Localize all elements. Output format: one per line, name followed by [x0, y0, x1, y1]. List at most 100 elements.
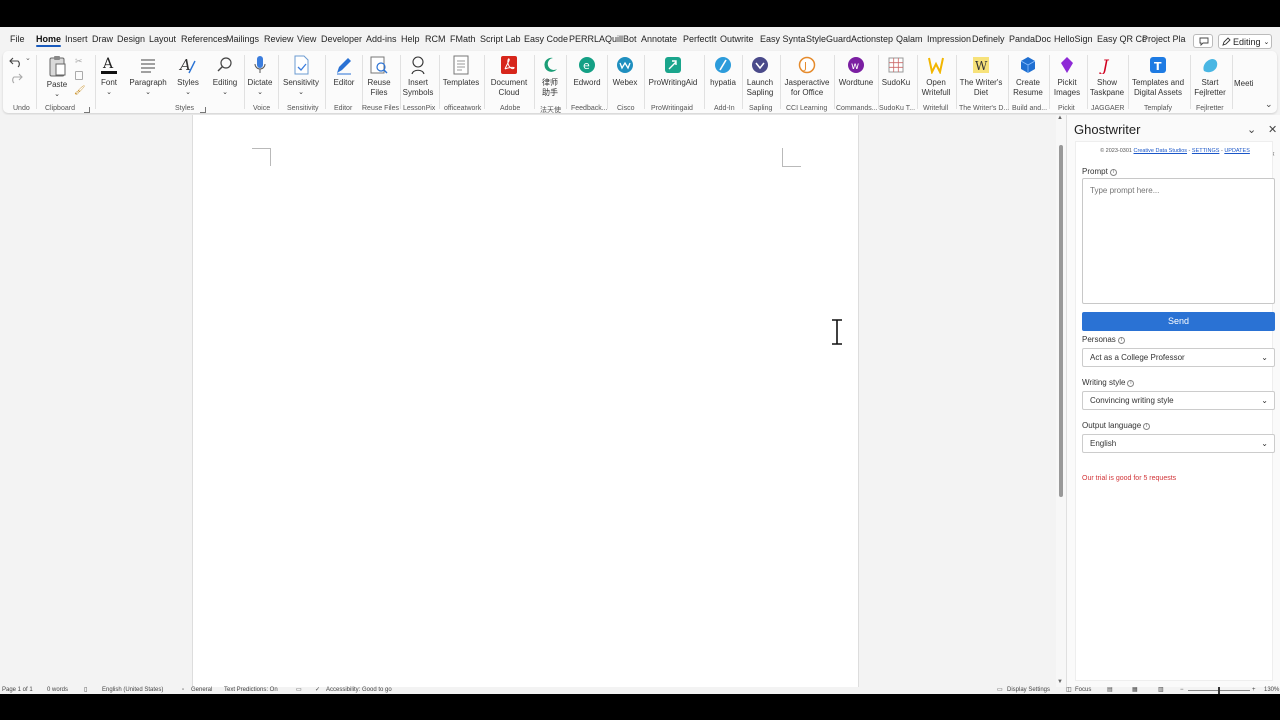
templates-digital-assets-button[interactable]: T Templates and Digital Assets: [1130, 55, 1186, 98]
sensitivity-button[interactable]: Sensitivity ⌄: [282, 55, 320, 98]
tab-styleguard[interactable]: StyleGuard: [806, 34, 851, 44]
info-icon[interactable]: i: [1117, 337, 1125, 344]
tab-annotate[interactable]: Annotate: [641, 34, 677, 44]
tab-rcm[interactable]: RCM: [425, 34, 446, 44]
sudoku-button[interactable]: SudoKu: [880, 55, 912, 88]
reuse-files-button[interactable]: Reuse Files: [364, 55, 394, 98]
pane-options-chevron-icon[interactable]: ⌄: [1247, 123, 1256, 136]
accessibility-status[interactable]: Accessibility: Good to go: [326, 687, 392, 694]
company-link[interactable]: Creative Data Studios: [1134, 148, 1188, 154]
tab-add-ins[interactable]: Add-ins: [366, 34, 397, 44]
tab-pandadoc[interactable]: PandaDoc: [1009, 34, 1051, 44]
create-resume-button[interactable]: Create Resume: [1010, 55, 1046, 98]
tab-help[interactable]: Help: [401, 34, 420, 44]
output-language-select[interactable]: English ⌄: [1082, 434, 1275, 453]
scroll-up-icon[interactable]: ▲: [1057, 115, 1063, 121]
scrollbar-thumb[interactable]: [1059, 145, 1063, 497]
hypatia-button[interactable]: hypatia: [708, 55, 738, 88]
word-count[interactable]: 0 words: [47, 687, 68, 694]
zoom-slider[interactable]: [1188, 687, 1250, 694]
webex-button[interactable]: Webex: [610, 55, 640, 88]
tab-quillbot[interactable]: QuillBot: [605, 34, 637, 44]
display-settings[interactable]: Display Settings: [1007, 687, 1050, 694]
lawyer-assistant-button[interactable]: 律师 助手: [538, 55, 562, 98]
launch-sapling-button[interactable]: Launch Sapling: [744, 55, 776, 98]
tab-outwrite[interactable]: Outwrite: [720, 34, 754, 44]
zoom-level[interactable]: 130%: [1264, 687, 1279, 694]
zoom-slider-thumb[interactable]: [1218, 687, 1220, 694]
tab-insert[interactable]: Insert: [65, 34, 88, 44]
format-painter-icon[interactable]: 🖌: [74, 85, 85, 96]
comments-button[interactable]: [1193, 34, 1213, 48]
tab-draw[interactable]: Draw: [92, 34, 113, 44]
show-taskpane-button[interactable]: J Show Taskpane: [1089, 55, 1125, 98]
tab-hellosign[interactable]: HelloSign: [1054, 34, 1093, 44]
tab-easy-syntax[interactable]: Easy Synta: [760, 34, 806, 44]
tab-easy-code[interactable]: Easy Code: [524, 34, 568, 44]
pane-scrollbar[interactable]: ▲ ▼: [1056, 115, 1066, 687]
prowritingaid-button[interactable]: ProWritingAid: [646, 55, 700, 88]
web-layout-icon[interactable]: ▥: [1158, 687, 1164, 694]
edword-button[interactable]: e Edword: [570, 55, 604, 88]
close-icon[interactable]: ✕: [1268, 123, 1277, 136]
sensitivity-status[interactable]: General: [191, 687, 212, 694]
tab-perrla[interactable]: PERRLA: [569, 34, 605, 44]
copy-icon[interactable]: [75, 71, 83, 80]
styles-button[interactable]: A Styles ⌄: [175, 55, 201, 98]
jasperactive-button[interactable]: J Jasperactive for Office: [782, 55, 832, 98]
editor-button[interactable]: Editor: [330, 55, 358, 88]
tab-impression[interactable]: Impression: [927, 34, 971, 44]
scroll-down-icon[interactable]: ▼: [1057, 679, 1063, 685]
styles-dialog-launcher[interactable]: [200, 107, 206, 113]
redo-button[interactable]: [9, 71, 23, 89]
tab-references[interactable]: References: [181, 34, 227, 44]
tab-definely[interactable]: Definely: [972, 34, 1005, 44]
focus-mode[interactable]: Focus: [1075, 687, 1091, 694]
clipboard-dialog-launcher[interactable]: [84, 107, 90, 113]
tab-perfectit[interactable]: PerfectIt: [683, 34, 717, 44]
prompt-input[interactable]: [1082, 178, 1275, 304]
tab-developer[interactable]: Developer: [321, 34, 362, 44]
ribbon-collapse-icon[interactable]: ⌄: [1265, 99, 1273, 110]
document-page[interactable]: [192, 115, 859, 687]
tab-file[interactable]: File: [10, 34, 25, 44]
wordtune-button[interactable]: w Wordtune: [836, 55, 876, 88]
tab-easy-qr[interactable]: Easy QR Cc: [1097, 34, 1147, 44]
settings-link[interactable]: SETTINGS: [1192, 148, 1220, 154]
tab-actionstep[interactable]: Actionstep: [851, 34, 893, 44]
cut-icon[interactable]: ✂: [75, 56, 83, 67]
tab-layout[interactable]: Layout: [149, 34, 176, 44]
meeting-button[interactable]: Meeti: [1234, 79, 1260, 89]
updates-link[interactable]: UPDATES: [1224, 148, 1250, 154]
writing-style-select[interactable]: Convincing writing style ⌄: [1082, 391, 1275, 410]
pickit-images-button[interactable]: Pickit Images: [1051, 55, 1083, 98]
info-icon[interactable]: i: [1143, 423, 1151, 430]
macro-icon[interactable]: ▭: [296, 687, 302, 694]
tab-script-lab[interactable]: Script Lab: [480, 34, 521, 44]
page-count[interactable]: Page 1 of 1: [2, 687, 33, 694]
paragraph-button[interactable]: Paragraph ⌄: [129, 55, 167, 98]
dictate-button[interactable]: Dictate ⌄: [246, 55, 274, 98]
start-fejlretter-button[interactable]: Start Fejlretter: [1192, 55, 1228, 98]
tab-project-plan[interactable]: Project Pla: [1142, 34, 1186, 44]
insert-symbols-button[interactable]: Insert Symbols: [402, 55, 434, 98]
info-icon[interactable]: i: [1127, 380, 1135, 387]
info-icon[interactable]: i: [1109, 169, 1117, 176]
editing-mode-button[interactable]: Editing ⌄: [1218, 34, 1272, 49]
tab-review[interactable]: Review: [264, 34, 294, 44]
tab-home[interactable]: Home: [36, 34, 62, 47]
editing-button[interactable]: Editing ⌄: [210, 55, 240, 98]
document-cloud-button[interactable]: Document Cloud: [488, 55, 530, 98]
text-predictions-status[interactable]: Text Predictions: On: [224, 687, 278, 694]
tab-design[interactable]: Design: [117, 34, 145, 44]
templates-button[interactable]: Templates: [442, 55, 480, 88]
proofing-icon[interactable]: ▯: [84, 687, 87, 694]
personas-select[interactable]: Act as a College Professor ⌄: [1082, 348, 1275, 367]
tab-qalam[interactable]: Qalam: [896, 34, 923, 44]
open-writefull-button[interactable]: Open Writefull: [919, 55, 953, 98]
undo-chevron-icon[interactable]: ⌄: [25, 54, 31, 62]
font-button[interactable]: A Font ⌄: [98, 55, 120, 98]
tab-mailings[interactable]: Mailings: [226, 34, 259, 44]
tab-fmath[interactable]: FMath: [450, 34, 476, 44]
language-status[interactable]: English (United States): [102, 687, 163, 694]
